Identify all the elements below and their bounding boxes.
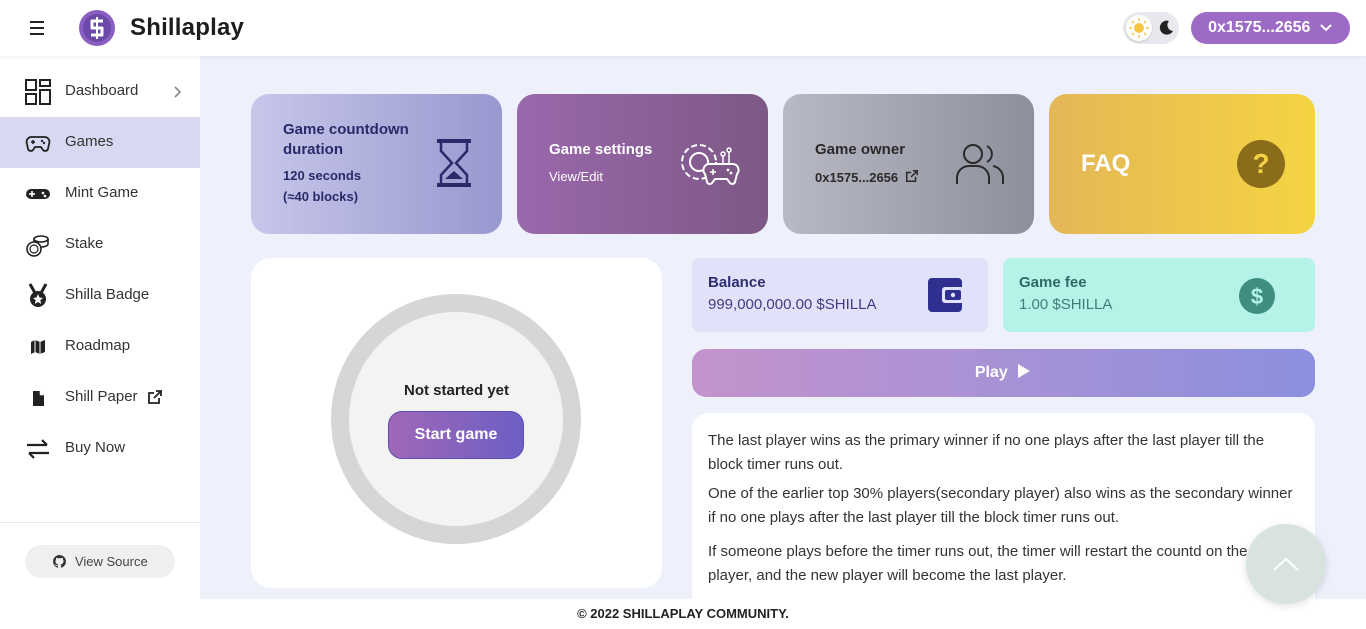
shillaplay-logo[interactable]: [79, 10, 115, 46]
sidebar-item-games[interactable]: Games: [0, 117, 200, 168]
wallet-address-button[interactable]: 0x1575...2656: [1191, 12, 1350, 44]
balance-value: 999,000,000.00 $SHILLA: [708, 296, 877, 313]
sun-icon: [1126, 15, 1152, 41]
chevron-up-icon: [1273, 557, 1299, 571]
app-header: Shillaplay 0x1575...2656: [0, 0, 1366, 56]
rule-text: The last player wins as the primary winn…: [708, 432, 1265, 473]
scroll-to-top-button[interactable]: [1246, 524, 1326, 604]
balance-box: Balance 999,000,000.00 $SHILLA: [692, 258, 988, 332]
countdown-title: Game countdown duration: [283, 121, 409, 158]
sidebar-item-label: Shilla Badge: [65, 286, 150, 303]
sidebar-item-label: Buy Now: [65, 439, 126, 456]
owner-title: Game owner: [815, 141, 906, 158]
countdown-seconds: 120 seconds: [283, 168, 362, 183]
external-link-icon[interactable]: [905, 169, 919, 183]
gamepad-solid-icon: [26, 189, 50, 199]
settings-title: Game settings: [549, 141, 653, 158]
owner-address-text: 0x1575...2656: [815, 170, 899, 185]
external-link-icon: [148, 390, 162, 404]
sidebar-item-label: Mint Game: [65, 184, 139, 201]
sidebar-divider: [0, 522, 200, 523]
game-fee-value: 1.00 $SHILLA: [1019, 296, 1113, 313]
game-fee-label: Game fee: [1019, 274, 1087, 291]
wallet-address: 0x1575...2656: [1208, 19, 1311, 36]
sidebar-item-buy-now[interactable]: Buy Now: [0, 423, 200, 474]
rule-text: One of the earlier top 30% players(secon…: [708, 485, 1293, 526]
game-fee-box: Game fee 1.00 $SHILLA $: [1003, 258, 1315, 332]
question-circle-icon: ?: [1237, 140, 1285, 188]
github-icon: [53, 554, 67, 568]
chevron-right-icon: [174, 86, 182, 98]
play-icon: [1018, 364, 1031, 378]
menu-icon[interactable]: [24, 17, 52, 39]
brand-name: Shillaplay: [130, 14, 245, 41]
sidebar: Dashboard Games Mint Game Stake Shilla B…: [0, 56, 200, 599]
game-timer-panel: Not started yet Start game: [251, 258, 662, 588]
sidebar-item-shilla-badge[interactable]: Shilla Badge: [0, 270, 200, 321]
hourglass-icon: [437, 139, 471, 187]
users-icon: [956, 144, 1005, 184]
balance-label: Balance: [708, 274, 766, 291]
game-status: Not started yet: [403, 382, 510, 399]
exchange-icon: [27, 439, 49, 459]
sidebar-item-label: Games: [65, 133, 114, 150]
sidebar-item-shill-paper[interactable]: Shill Paper: [0, 372, 200, 423]
play-label: Play: [974, 364, 1008, 381]
faq-title: FAQ: [1081, 150, 1131, 177]
footer: © 2022 SHILLAPLAY COMMUNITY.: [0, 599, 1366, 629]
theme-toggle[interactable]: [1123, 12, 1179, 44]
sidebar-item-dashboard[interactable]: Dashboard: [0, 66, 200, 117]
dashboard-icon: [25, 79, 51, 105]
faq-card[interactable]: FAQ ?: [1049, 94, 1315, 234]
svg-text:?: ?: [1252, 148, 1269, 179]
moon-icon: [1159, 20, 1173, 35]
sidebar-item-label: Dashboard: [65, 82, 139, 99]
gamepad-icon: [25, 136, 51, 152]
sidebar-item-roadmap[interactable]: Roadmap: [0, 321, 200, 372]
sidebar-item-label: Stake: [65, 235, 104, 252]
sidebar-item-stake[interactable]: Stake: [0, 219, 200, 270]
dollar-circle-icon: $: [1239, 278, 1275, 314]
wallet-icon: [928, 278, 964, 312]
sidebar-item-mint-game[interactable]: Mint Game: [0, 168, 200, 219]
coins-icon: [26, 235, 49, 257]
svg-text:$: $: [1251, 284, 1263, 309]
footer-copyright: © 2022 SHILLAPLAY COMMUNITY.: [577, 606, 789, 621]
view-source-label: View Source: [74, 554, 148, 569]
rule-text: If someone plays before the timer runs o…: [708, 543, 1280, 584]
start-game-button[interactable]: Start game: [388, 411, 524, 459]
file-icon: [33, 391, 44, 406]
play-button[interactable]: Play: [692, 349, 1315, 397]
owner-address: 0x1575...2656: [815, 169, 919, 185]
map-icon: [31, 340, 45, 354]
medal-icon: [28, 283, 48, 307]
gear-gamepad-icon: [681, 144, 740, 185]
sidebar-item-label: Roadmap: [65, 337, 131, 354]
view-source-button[interactable]: View Source: [25, 545, 175, 578]
game-owner-card[interactable]: Game owner 0x1575...2656: [783, 94, 1034, 234]
sidebar-item-label: Shill Paper: [65, 388, 138, 405]
settings-sub: View/Edit: [549, 169, 603, 184]
countdown-card[interactable]: Game countdown duration 120 seconds (≈40…: [251, 94, 502, 234]
game-settings-card[interactable]: Game settings View/Edit: [517, 94, 768, 234]
game-rules: The last player wins as the primary winn…: [692, 413, 1315, 613]
chevron-down-icon: [1320, 24, 1332, 32]
countdown-blocks: (≈40 blocks): [283, 189, 359, 204]
